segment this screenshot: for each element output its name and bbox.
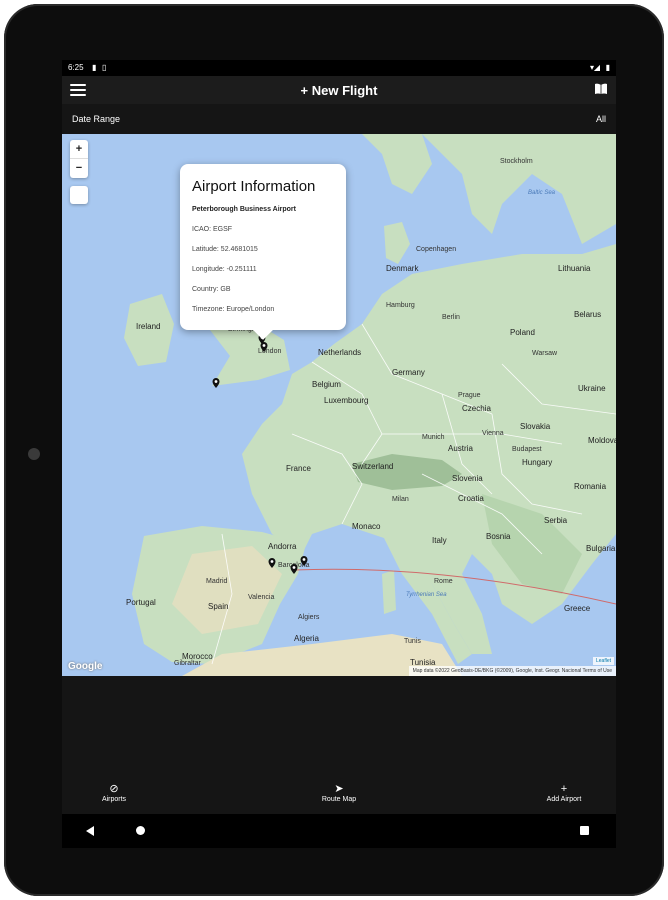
country-label: Netherlands (318, 348, 362, 357)
layers-button[interactable] (70, 186, 88, 204)
app-bar: + New Flight (62, 76, 616, 104)
status-time: 6:25 (68, 63, 84, 72)
city-label: Tunis (404, 638, 421, 645)
airport-marker-icon[interactable] (260, 342, 268, 352)
airport-marker-icon[interactable] (268, 558, 276, 568)
bottom-navigation: ⊘ Airports ➤ Route Map + Add Airport (62, 776, 616, 814)
nav-route-map-label: Route Map (321, 796, 357, 803)
airport-timezone: Timezone: Europe/London (192, 306, 275, 313)
airport-marker-icon[interactable] (290, 564, 298, 574)
country-label: Poland (510, 328, 535, 337)
nav-route-map[interactable]: ➤ Route Map (299, 782, 379, 803)
recent-apps-icon[interactable] (580, 826, 589, 835)
city-label: Copenhagen (416, 246, 457, 253)
country-label: Austria (448, 444, 473, 453)
country-label: Slovenia (452, 474, 483, 483)
country-label: Serbia (544, 516, 568, 525)
country-label: Denmark (386, 264, 419, 273)
home-icon[interactable] (136, 826, 145, 835)
nav-airports[interactable]: ⊘ Airports (74, 782, 154, 803)
airport-marker-icon[interactable] (212, 378, 220, 388)
country-label: Hungary (522, 458, 553, 467)
city-label: Milan (392, 496, 409, 503)
plus-icon: + (560, 783, 568, 795)
country-label: Germany (392, 368, 425, 377)
country-label: Algeria (294, 634, 319, 643)
airport-latitude: Latitude: 52.4681015 (192, 246, 258, 253)
airport-name: Peterborough Business Airport (192, 206, 296, 213)
country-label: Bosnia (486, 532, 511, 541)
city-label: Munich (422, 434, 445, 441)
country-label: Bulgaria (586, 544, 616, 553)
map-attribution: Map data ©2022 GeoBasis-DE/BKG (©2009), … (408, 666, 616, 676)
sea-label: Tyrrhenian Sea (406, 592, 447, 598)
country-label: Lithuania (558, 264, 591, 273)
country-label: Italy (432, 536, 447, 545)
city-label: Madrid (206, 578, 228, 585)
country-label: France (286, 464, 311, 473)
country-label: Ireland (136, 322, 161, 331)
city-label: Warsaw (532, 350, 558, 357)
country-label: Andorra (268, 542, 297, 551)
city-label: Gibraltar (174, 660, 201, 667)
storage-icon: ▯ (102, 63, 107, 72)
country-label: Romania (574, 482, 607, 491)
screen: 6:25 ▮ ▯ ▾ ◢ ▮ + New Flight Date Range A… (62, 60, 616, 848)
city-label: Valencia (248, 594, 275, 601)
sea-label: Baltic Sea (528, 190, 556, 196)
country-label: Luxembourg (324, 396, 369, 405)
popup-title: Airport Information (192, 178, 316, 195)
nav-add-airport[interactable]: + Add Airport (524, 782, 604, 803)
nav-airports-label: Airports (101, 796, 127, 803)
country-label: Portugal (126, 598, 156, 607)
back-icon[interactable] (86, 826, 94, 836)
leaflet-link[interactable]: Leaflet (592, 657, 614, 665)
country-label: Monaco (352, 522, 381, 531)
date-range-bar[interactable]: Date Range All (62, 104, 616, 134)
system-navigation-bar (62, 814, 616, 848)
new-flight-button[interactable]: + New Flight (62, 83, 616, 98)
city-label: Rome (434, 578, 453, 585)
city-label: Prague (458, 392, 481, 399)
airport-marker-icon[interactable] (300, 556, 308, 566)
airport-icao: ICAO: EGSF (192, 226, 233, 233)
country-label: Switzerland (352, 462, 394, 471)
compass-icon: ⊘ (109, 783, 119, 795)
date-range-label: Date Range (72, 114, 121, 124)
city-label: Algiers (298, 614, 320, 621)
country-label: Spain (208, 602, 229, 611)
navigation-arrow-icon: ➤ (334, 783, 344, 795)
zoom-in-button[interactable]: + (70, 140, 88, 159)
airport-info-popup: Airport Information Peterborough Busines… (180, 164, 346, 340)
google-logo: Google (68, 661, 103, 672)
battery-icon: ▮ (605, 63, 610, 72)
nav-add-airport-label: Add Airport (546, 796, 582, 803)
tablet-frame: 6:25 ▮ ▯ ▾ ◢ ▮ + New Flight Date Range A… (4, 4, 664, 896)
country-label: Croatia (458, 494, 484, 503)
signal-icon: ◢ (593, 63, 600, 72)
status-bar: 6:25 ▮ ▯ ▾ ◢ ▮ (62, 60, 616, 76)
country-label: Ukraine (578, 384, 606, 393)
city-label: Hamburg (386, 302, 415, 309)
country-label: Slovakia (520, 422, 551, 431)
country-label: Moldova (588, 436, 616, 445)
city-label: Vienna (482, 430, 504, 437)
front-camera (28, 448, 40, 460)
airport-longitude: Longitude: -0.251111 (192, 266, 257, 273)
country-label: Belgium (312, 380, 341, 389)
airport-country: Country: GB (192, 286, 231, 293)
date-range-value[interactable]: All (596, 114, 606, 124)
country-label: Greece (564, 604, 591, 613)
city-label: Stockholm (500, 158, 533, 165)
route-map[interactable]: + − Ireland Denmark Netherlands Belgium … (62, 134, 616, 676)
city-label: Berlin (442, 314, 460, 321)
zoom-out-button[interactable]: − (70, 159, 88, 178)
city-label: Budapest (512, 446, 542, 453)
country-label: Belarus (574, 310, 602, 319)
book-icon[interactable] (594, 83, 608, 95)
country-label: Czechia (462, 404, 491, 413)
zoom-control: + − (70, 140, 88, 178)
sim-icon: ▮ (92, 63, 97, 72)
